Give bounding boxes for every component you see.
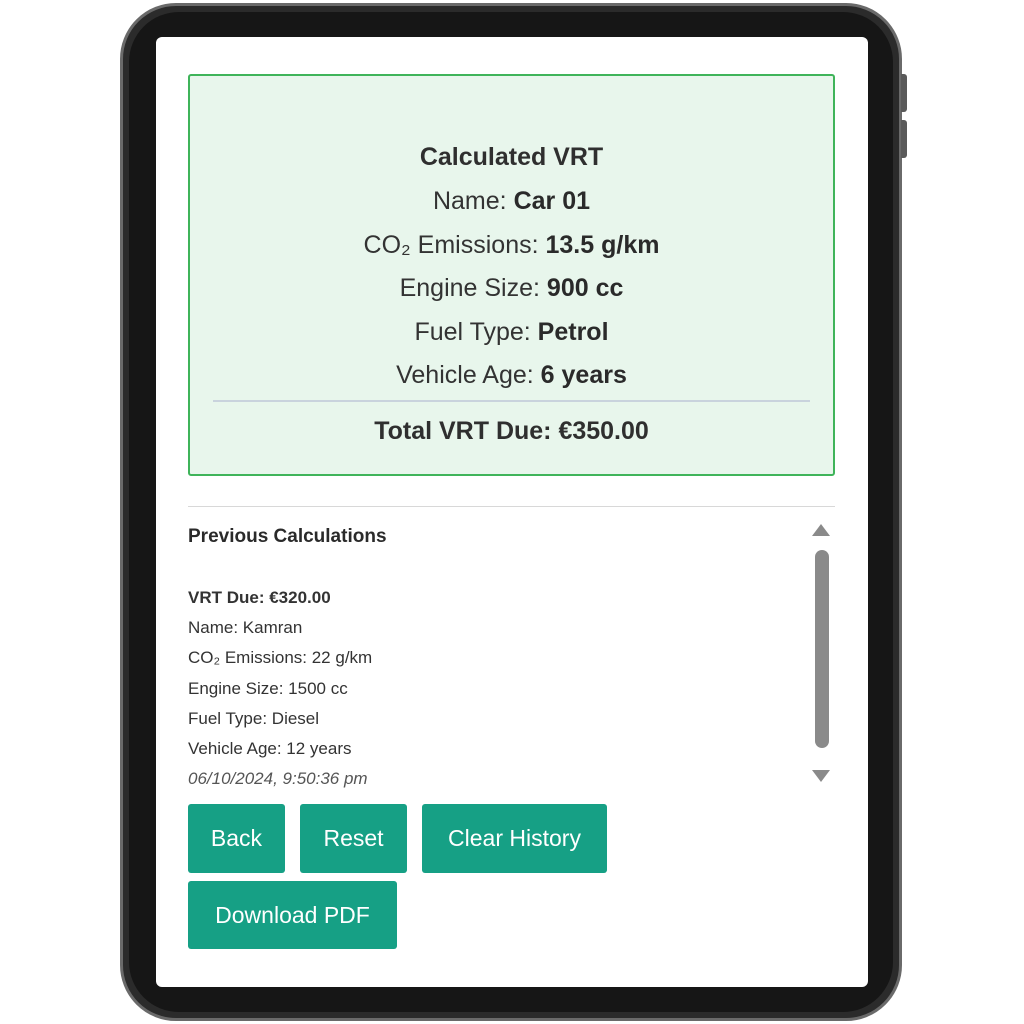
volume-down-button [901, 120, 907, 158]
result-co2-label: CO₂ Emissions: [363, 231, 546, 259]
result-card: Calculated VRT Name: Car 01 CO₂ Emission… [188, 74, 835, 476]
clear-history-button[interactable]: Clear History [422, 804, 607, 873]
result-co2-value: 13.5 g/km [545, 231, 660, 259]
screen: Calculated VRT Name: Car 01 CO₂ Emission… [156, 37, 868, 987]
result-name-value: Car 01 [513, 187, 591, 215]
volume-up-button [901, 74, 907, 112]
result-name-row: Name: Car 01 [190, 186, 833, 216]
scroll-down-icon[interactable] [812, 770, 830, 782]
history-timestamp: 06/10/2024, 9:50:36 pm [188, 769, 368, 789]
result-engine-value: 900 cc [546, 274, 624, 302]
history-vrt-due: VRT Due: €320.00 [188, 588, 331, 607]
history-engine: Engine Size: 1500 cc [188, 678, 348, 698]
result-engine-label: Engine Size: [399, 274, 547, 302]
result-fuel-value: Petrol [537, 318, 609, 346]
result-age-label: Vehicle Age: [396, 361, 541, 389]
result-co2-row: CO₂ Emissions: 13.5 g/km [190, 230, 833, 260]
result-age-row: Vehicle Age: 6 years [190, 360, 833, 390]
history-age: Vehicle Age: 12 years [188, 738, 352, 758]
result-fuel-row: Fuel Type: Petrol [190, 317, 833, 347]
history-fuel: Fuel Type: Diesel [188, 708, 320, 728]
result-engine-row: Engine Size: 900 cc [190, 273, 833, 303]
section-divider [188, 506, 835, 507]
scroll-up-icon[interactable] [812, 524, 830, 536]
history-co2: CO₂ Emissions: 22 g/km [188, 648, 373, 668]
reset-button[interactable]: Reset [300, 804, 407, 873]
total-vrt-due: Total VRT Due: €350.00 [374, 417, 649, 445]
history-title: Previous Calculations [188, 526, 387, 547]
download-pdf-button[interactable]: Download PDF [188, 881, 397, 949]
result-age-value: 6 years [540, 361, 627, 389]
scrollbar-thumb[interactable] [815, 550, 829, 748]
history-name: Name: Kamran [188, 618, 303, 638]
back-button[interactable]: Back [188, 804, 285, 873]
result-title: Calculated VRT [419, 143, 604, 171]
result-divider [213, 400, 810, 402]
result-name-label: Name: [432, 187, 514, 215]
result-fuel-label: Fuel Type: [414, 318, 538, 346]
history-entry: VRT Due: €320.00 Name: Kamran CO₂ Emissi… [188, 583, 372, 794]
